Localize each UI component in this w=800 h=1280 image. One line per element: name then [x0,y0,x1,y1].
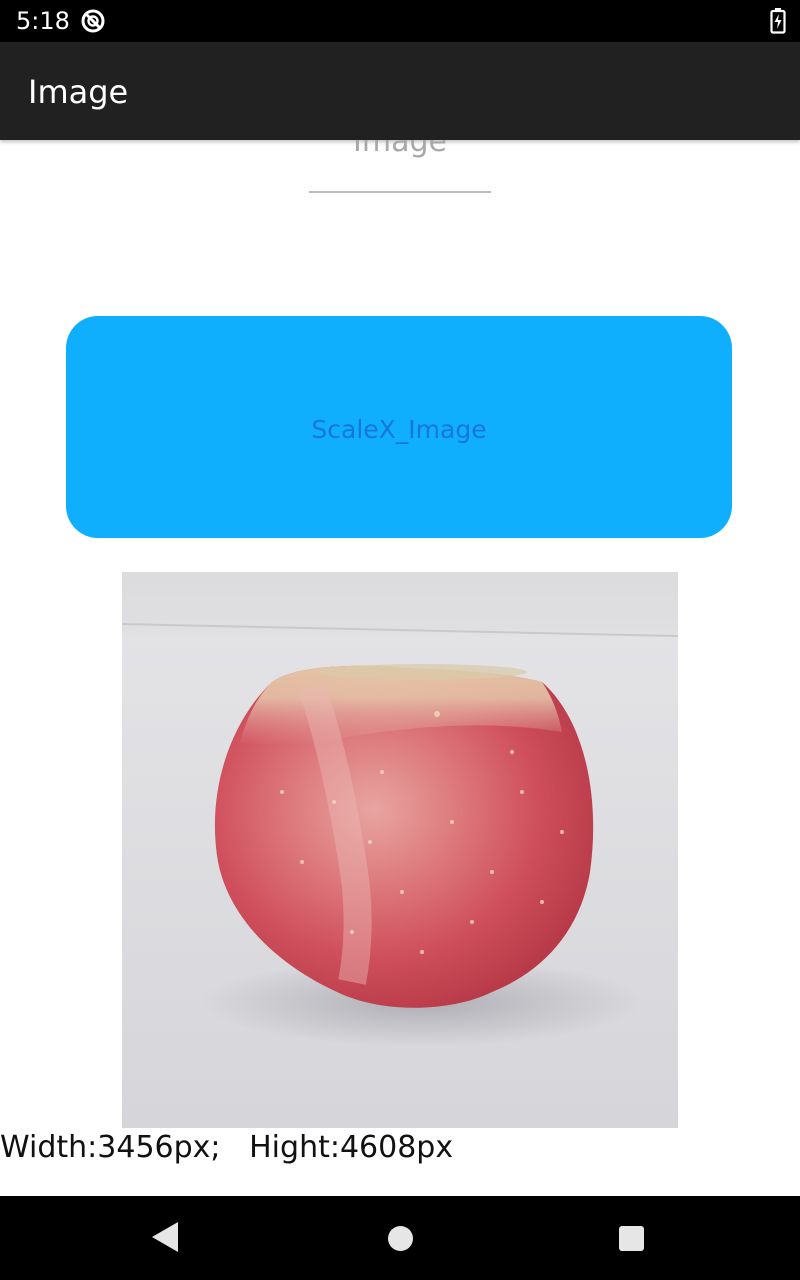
scalex-image-button[interactable]: ScaleX_Image [66,316,732,538]
navigation-bar [0,1196,800,1280]
apple-photo-graphic [122,572,678,1128]
apple-photo [122,572,678,1128]
image-dimensions-text: Width:3456px; Hight:4608px [0,1130,454,1165]
screen: 5:18 Image Image ScaleX_Image Width:3456… [0,0,800,1280]
battery-charging-icon [770,8,786,34]
status-bar: 5:18 [0,0,800,42]
app-bar: Image [0,42,800,140]
image-text-field[interactable]: Image [309,140,491,195]
status-time: 5:18 [16,7,70,35]
back-icon[interactable] [152,1222,178,1252]
sync-disabled-icon [81,9,105,33]
image-text-field-hint: Image [353,140,447,159]
text-field-underline [309,191,491,193]
recents-icon[interactable] [619,1226,644,1251]
app-title: Image [28,73,129,111]
home-icon[interactable] [388,1226,413,1251]
scalex-image-button-label: ScaleX_Image [311,414,487,444]
